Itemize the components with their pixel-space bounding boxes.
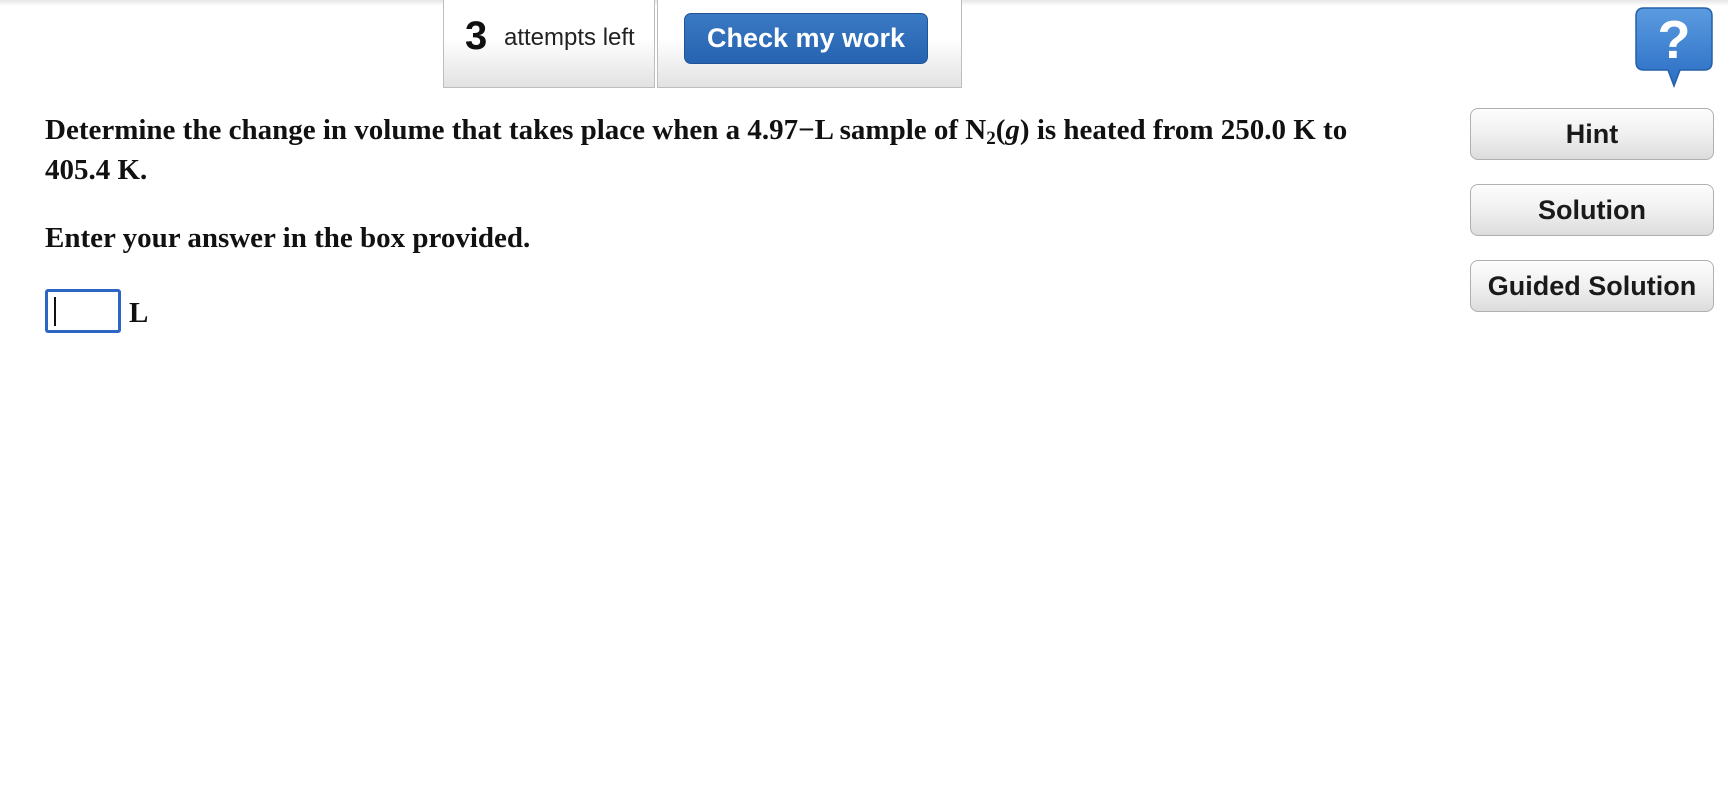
question-subscript: 2 bbox=[986, 128, 996, 149]
question-text-part1: Determine the change in volume that take… bbox=[45, 114, 987, 146]
attempts-panel: 3 attempts left bbox=[443, 0, 655, 88]
question-phase-open: ( bbox=[995, 114, 1006, 146]
question-mark-bubble-icon[interactable]: ? bbox=[1634, 6, 1714, 90]
attempts-count: 3 bbox=[465, 14, 488, 58]
text-caret bbox=[54, 297, 56, 326]
hint-button[interactable]: Hint bbox=[1470, 108, 1714, 160]
check-my-work-button[interactable]: Check my work bbox=[684, 13, 928, 64]
answer-unit: L bbox=[129, 297, 149, 329]
svg-text:?: ? bbox=[1658, 10, 1691, 70]
answer-input[interactable] bbox=[45, 289, 121, 333]
page: 3 attempts left Check my work ? Determin… bbox=[0, 0, 1728, 794]
question-phase: g bbox=[1005, 114, 1020, 146]
instruction-text: Enter your answer in the box provided. bbox=[45, 222, 531, 254]
check-panel: Check my work bbox=[657, 0, 962, 88]
attempts-label: attempts left bbox=[504, 24, 635, 51]
question-text: Determine the change in volume that take… bbox=[45, 110, 1375, 190]
guided-solution-button[interactable]: Guided Solution bbox=[1470, 260, 1714, 312]
solution-button[interactable]: Solution bbox=[1470, 184, 1714, 236]
